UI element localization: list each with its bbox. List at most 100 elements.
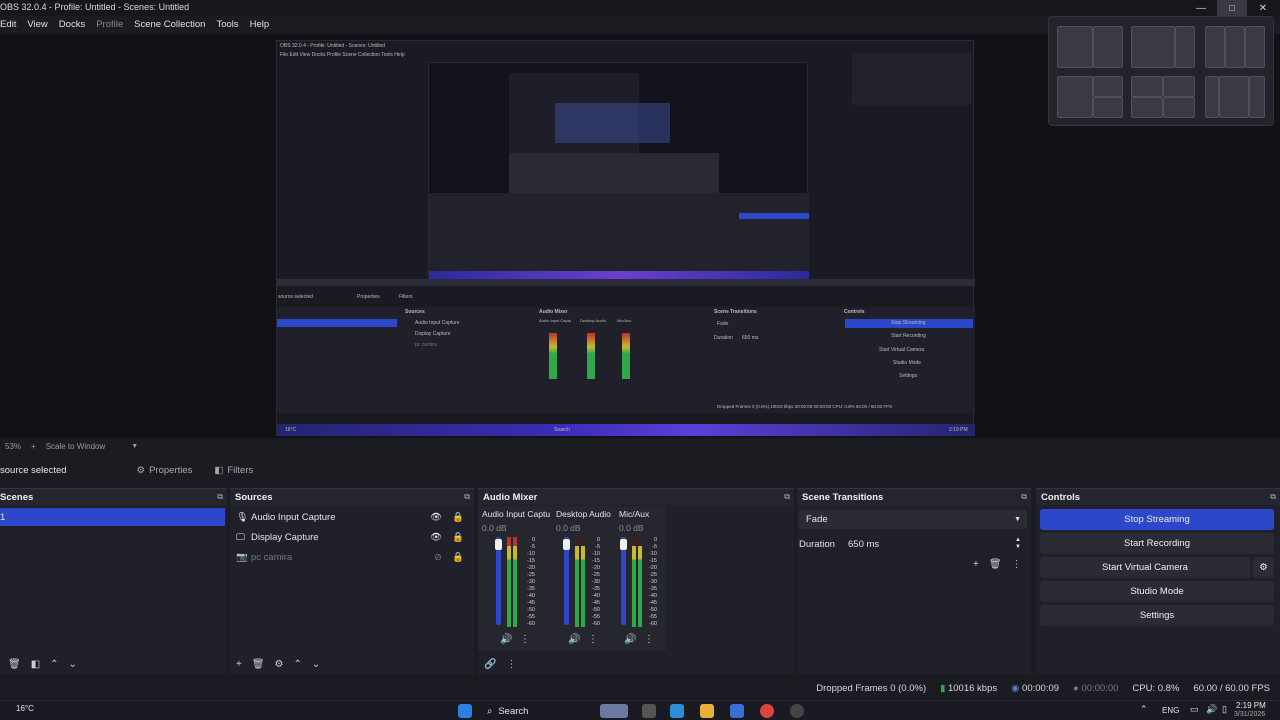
- transition-select[interactable]: Fade ▼: [799, 510, 1027, 529]
- filters-button[interactable]: ◧ Filters: [208, 461, 259, 479]
- transitions-undock-icon[interactable]: ⧉: [1021, 492, 1027, 502]
- source-item-pc-camira[interactable]: 📷 pc camira ⊘ 🔒: [236, 548, 470, 566]
- copilot-icon[interactable]: [670, 704, 684, 718]
- snap-layout-half-left[interactable]: [1057, 26, 1093, 68]
- snap-layout-wide-left[interactable]: [1131, 26, 1175, 68]
- trash-icon[interactable]: 🗑: [8, 659, 21, 670]
- speaker-icon[interactable]: 🔊: [500, 634, 512, 645]
- menu-scene-collection[interactable]: Scene Collection: [134, 19, 205, 30]
- snap-layout-four-3[interactable]: [1249, 76, 1265, 118]
- tray-network-icon[interactable]: ▭: [1190, 704, 1199, 715]
- eye-icon[interactable]: 👁: [430, 532, 442, 543]
- tray-volume-icon[interactable]: 🔊: [1206, 704, 1217, 715]
- source-item-display-capture[interactable]: 🖵 Display Capture 👁 🔒: [236, 528, 470, 546]
- maximize-button[interactable]: □: [1217, 0, 1247, 16]
- obs-icon[interactable]: [790, 704, 804, 718]
- snap-layout-quad-left[interactable]: [1057, 76, 1093, 118]
- zoom-plus-icon[interactable]: +: [31, 442, 36, 451]
- kebab-menu-icon[interactable]: ⋮: [506, 659, 516, 670]
- scenes-undock-icon[interactable]: ⧉: [217, 492, 223, 502]
- clock-time[interactable]: 2:19 PM: [1236, 701, 1266, 710]
- volume-slider-handle[interactable]: [495, 539, 502, 550]
- trash-icon[interactable]: 🗑: [252, 659, 265, 670]
- menu-help[interactable]: Help: [250, 19, 270, 30]
- level-meter: [575, 537, 591, 627]
- gear-icon[interactable]: ⚙: [275, 659, 284, 670]
- menu-edit[interactable]: Edit: [0, 19, 16, 30]
- snap-layout-third-3[interactable]: [1245, 26, 1265, 68]
- spin-arrows-icon[interactable]: ▲ ▼: [1015, 537, 1021, 551]
- file-explorer-icon[interactable]: [700, 704, 714, 718]
- task-view-icon[interactable]: [642, 704, 656, 718]
- source-item-audio-input[interactable]: 🎙 Audio Input Capture 👁 🔒: [236, 508, 470, 526]
- snap-layout-narrow-right[interactable]: [1175, 26, 1195, 68]
- scene-item[interactable]: 1: [0, 508, 225, 526]
- language[interactable]: ENG: [1162, 706, 1179, 715]
- lock-icon[interactable]: 🔒: [452, 512, 464, 523]
- store-icon[interactable]: [730, 704, 744, 718]
- volume-slider-handle[interactable]: [563, 539, 570, 550]
- menu-profile[interactable]: Profile: [96, 19, 123, 30]
- weather-temp[interactable]: 16°C: [16, 704, 34, 713]
- snap-layout-grid-3[interactable]: [1131, 97, 1163, 118]
- stop-streaming-button[interactable]: Stop Streaming: [1040, 509, 1274, 530]
- mixer-undock-icon[interactable]: ⧉: [784, 492, 790, 502]
- tray-chevron-icon[interactable]: ⌃: [1140, 704, 1148, 715]
- snap-layout-quad-tr[interactable]: [1093, 76, 1123, 97]
- snap-layout-half-right[interactable]: [1093, 26, 1123, 68]
- plus-icon[interactable]: +: [973, 559, 979, 570]
- volume-slider[interactable]: [564, 537, 569, 625]
- widgets-icon[interactable]: [600, 704, 628, 718]
- snap-layout-four-2[interactable]: [1219, 76, 1249, 118]
- close-button[interactable]: ✕: [1248, 0, 1278, 16]
- start-virtual-camera-button[interactable]: Start Virtual Camera: [1040, 557, 1250, 578]
- arrow-down-icon[interactable]: ⌄: [69, 659, 77, 670]
- tray-battery-icon[interactable]: ▯: [1222, 704, 1227, 715]
- menu-view[interactable]: View: [27, 19, 47, 30]
- snap-layout-third-2[interactable]: [1225, 26, 1245, 68]
- zoom-mode[interactable]: Scale to Window: [46, 442, 106, 451]
- volume-slider[interactable]: [496, 537, 501, 625]
- lock-icon[interactable]: 🔒: [452, 532, 464, 543]
- snap-layout-four-1[interactable]: [1205, 76, 1219, 118]
- start-recording-button[interactable]: Start Recording: [1040, 533, 1274, 554]
- menu-docks[interactable]: Docks: [59, 19, 85, 30]
- kebab-menu-icon[interactable]: ⋮: [644, 634, 654, 645]
- trash-icon[interactable]: 🗑: [989, 559, 1002, 570]
- zoom-dropdown-icon[interactable]: ▼: [131, 443, 138, 450]
- volume-slider[interactable]: [621, 537, 626, 625]
- speaker-icon[interactable]: 🔊: [624, 634, 636, 645]
- arrow-down-icon[interactable]: ⌄: [312, 659, 320, 670]
- settings-button[interactable]: Settings: [1040, 605, 1274, 626]
- snap-layout-quad-br[interactable]: [1093, 97, 1123, 118]
- minimize-button[interactable]: —: [1186, 0, 1216, 16]
- filter-icon[interactable]: ◧: [31, 659, 40, 670]
- chrome-icon[interactable]: [760, 704, 774, 718]
- sources-undock-icon[interactable]: ⧉: [464, 492, 470, 502]
- arrow-up-icon[interactable]: ⌃: [50, 659, 58, 670]
- snap-layout-grid-2[interactable]: [1163, 76, 1195, 97]
- kebab-menu-icon[interactable]: ⋮: [1012, 559, 1022, 570]
- speaker-icon[interactable]: 🔊: [568, 634, 580, 645]
- menu-tools[interactable]: Tools: [216, 19, 238, 30]
- kebab-menu-icon[interactable]: ⋮: [588, 634, 598, 645]
- lock-icon[interactable]: 🔒: [452, 552, 464, 563]
- snap-layout-grid-1[interactable]: [1131, 76, 1163, 97]
- studio-mode-button[interactable]: Studio Mode: [1040, 581, 1274, 602]
- eye-hidden-icon[interactable]: ⊘: [434, 552, 442, 563]
- snap-layout-grid-4[interactable]: [1163, 97, 1195, 118]
- kebab-menu-icon[interactable]: ⋮: [520, 634, 530, 645]
- virtual-camera-settings-button[interactable]: ⚙: [1253, 557, 1274, 578]
- clock-date[interactable]: 3/31/2026: [1234, 711, 1265, 718]
- snap-layout-third-1[interactable]: [1205, 26, 1225, 68]
- windows-start-icon[interactable]: [458, 704, 472, 718]
- properties-button[interactable]: ⚙ Properties: [131, 461, 199, 479]
- duration-spinbox[interactable]: 650 ms ▲ ▼: [841, 535, 1027, 554]
- plus-icon[interactable]: +: [236, 659, 242, 670]
- link-icon[interactable]: 🔗: [484, 659, 496, 670]
- arrow-up-icon[interactable]: ⌃: [294, 659, 302, 670]
- volume-slider-handle[interactable]: [620, 539, 627, 550]
- controls-undock-icon[interactable]: ⧉: [1270, 492, 1276, 502]
- taskbar-search[interactable]: ⌕ Search: [487, 703, 591, 719]
- eye-icon[interactable]: 👁: [430, 512, 442, 523]
